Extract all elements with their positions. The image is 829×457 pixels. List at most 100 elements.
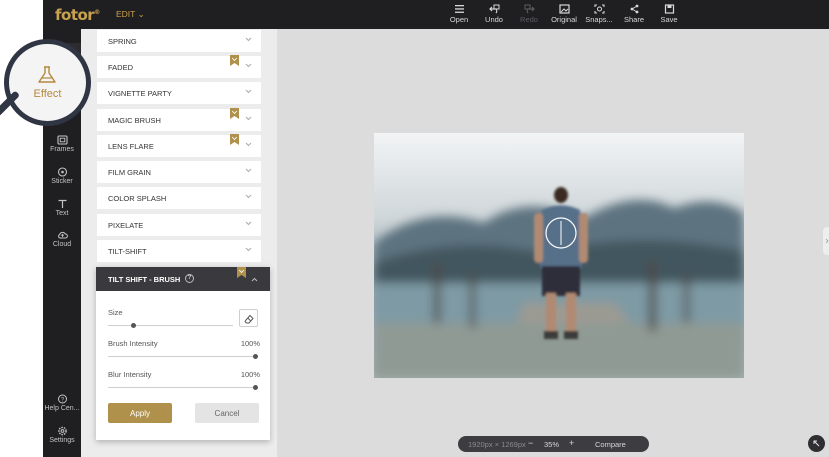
cancel-button[interactable]: Cancel [195, 403, 259, 423]
effect-label: SPRING [108, 37, 137, 46]
edit-menu[interactable]: EDIT ⌄ [116, 9, 145, 20]
rail-label-cloud: Cloud [52, 241, 72, 248]
snapshot-button[interactable]: Snaps... [582, 4, 616, 24]
redo-label: Redo [520, 15, 538, 24]
effect-label: TILT-SHIFT [108, 247, 147, 256]
effect-item-pixelate[interactable]: PIXELATE [97, 214, 261, 236]
effect-label: VIGNETTE PARTY [108, 89, 172, 98]
zoom-level: 35% [544, 440, 560, 449]
original-label: Original [551, 15, 577, 24]
effect-item-color-splash[interactable]: COLOR SPLASH [97, 187, 261, 209]
settings-icon [57, 426, 67, 436]
rail-label-help: Help Cen... [44, 405, 80, 412]
blur-intensity-label: Blur Intensity [108, 370, 152, 379]
tilt-shift-brush-panel: TILT SHIFT - BRUSH ? Size Brush Intensit… [96, 267, 270, 440]
chevron-down-icon [245, 63, 252, 68]
share-icon [630, 4, 638, 14]
effect-item-lens-flare[interactable]: LENS FLARE [97, 134, 261, 157]
save-label: Save [660, 15, 678, 24]
magnifier-overlay: Effect [4, 39, 91, 126]
original-icon [558, 4, 570, 14]
effect-label: MAGIC BRUSH [108, 116, 161, 125]
edit-menu-label: EDIT [116, 9, 136, 19]
size-slider[interactable] [108, 325, 233, 326]
premium-bookmark-icon [230, 134, 239, 145]
help-icon: ? [57, 394, 67, 404]
compare-button[interactable]: Compare [595, 440, 626, 449]
rail-label-settings: Settings [49, 437, 75, 444]
effect-item-tilt-shift[interactable]: TILT-SHIFT [97, 240, 261, 262]
blur-intensity-value: 100% [240, 370, 260, 379]
menu-icon [454, 5, 464, 13]
chevron-down-icon: ⌄ [137, 9, 145, 19]
rail-item-help[interactable]: ? Help Cen... [43, 394, 81, 412]
effect-item-magic-brush[interactable]: MAGIC BRUSH [97, 108, 261, 131]
effect-title: TILT SHIFT - BRUSH [108, 275, 181, 284]
chevron-down-icon [245, 221, 252, 226]
save-button[interactable]: Save [652, 4, 686, 24]
chevron-down-icon [245, 194, 252, 199]
blur-intensity-knob[interactable] [253, 385, 258, 390]
sticker-icon [57, 167, 67, 177]
tilt-shift-brush-header[interactable]: TILT SHIFT - BRUSH ? [96, 267, 270, 291]
apply-button[interactable]: Apply [108, 403, 172, 423]
canvas-area: 1920px × 1269px − 35% + Compare [277, 29, 829, 457]
effect-panel: SPRING FADED VIGNETTE PARTY MAGIC BRUSH … [81, 29, 277, 457]
undo-label: Undo [485, 15, 503, 24]
open-button[interactable]: Open [442, 4, 476, 24]
effect-item-film-grain[interactable]: FILM GRAIN [97, 161, 261, 183]
rail-label-text: Text [55, 210, 69, 217]
rail-item-cloud[interactable]: Cloud [43, 230, 81, 248]
snapshot-icon [593, 4, 605, 14]
chevron-right-icon [825, 238, 829, 244]
effect-label: FILM GRAIN [108, 168, 151, 177]
effect-item-faded[interactable]: FADED [97, 55, 261, 78]
premium-bookmark-icon [230, 55, 239, 66]
rail-item-frames[interactable]: Frames [43, 135, 81, 153]
chevron-down-icon [245, 247, 252, 252]
rail-item-settings[interactable]: Settings [43, 426, 81, 444]
redo-button[interactable]: Redo [512, 4, 546, 24]
effect-item-vignette-party[interactable]: VIGNETTE PARTY [97, 82, 261, 104]
rail-label-frames: Frames [50, 146, 74, 153]
frames-icon [56, 135, 68, 145]
rail-item-text[interactable]: Text [43, 199, 81, 217]
help-circle-icon[interactable]: ? [185, 274, 194, 283]
rail-item-sticker[interactable]: Sticker [43, 167, 81, 185]
effect-label: COLOR SPLASH [108, 194, 167, 203]
share-button[interactable]: Share [617, 4, 651, 24]
arrow-up-left-icon [813, 440, 820, 447]
zoom-in-button[interactable]: + [569, 438, 574, 448]
premium-bookmark-icon [237, 267, 246, 278]
top-bar: fotor® EDIT ⌄ Open Undo Redo Original Sn… [43, 0, 829, 29]
eraser-icon [244, 314, 254, 324]
zoom-status-bar: 1920px × 1269px − 35% + Compare [458, 436, 649, 452]
image-dimensions: 1920px × 1269px [468, 440, 526, 449]
chevron-down-icon [245, 37, 252, 42]
photo-image [374, 133, 744, 378]
eraser-button[interactable] [239, 309, 258, 327]
effect-label: LENS FLARE [108, 142, 154, 151]
collapse-side-tab[interactable] [823, 227, 829, 255]
logo-text: fotor [55, 6, 95, 24]
effect-item-spring[interactable]: SPRING [97, 30, 261, 52]
size-slider-knob[interactable] [131, 323, 136, 328]
fullscreen-button[interactable] [808, 435, 825, 452]
rail-item-effect[interactable]: Effect [9, 88, 86, 100]
undo-button[interactable]: Undo [477, 4, 511, 24]
snapshot-label: Snaps... [585, 15, 613, 24]
zoom-out-button[interactable]: − [528, 438, 533, 448]
premium-bookmark-icon [230, 108, 239, 119]
text-icon [58, 199, 66, 208]
edited-photo[interactable] [374, 133, 744, 378]
brush-intensity-slider[interactable] [108, 356, 257, 357]
effect-label: PIXELATE [108, 221, 144, 230]
blur-intensity-slider[interactable] [108, 387, 257, 388]
chevron-down-icon [245, 168, 252, 173]
size-label: Size [108, 308, 123, 317]
fotor-logo[interactable]: fotor® [55, 6, 100, 24]
chevron-down-icon [245, 116, 252, 121]
chevron-down-icon [245, 142, 252, 147]
original-button[interactable]: Original [547, 4, 581, 24]
brush-intensity-knob[interactable] [253, 354, 258, 359]
